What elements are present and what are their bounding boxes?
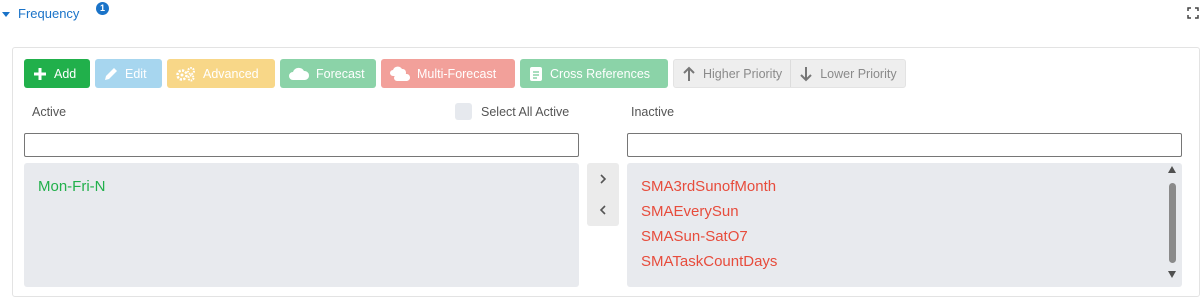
active-list[interactable]: Mon-Fri-N xyxy=(24,163,579,287)
arrow-up-icon xyxy=(682,66,696,82)
list-item[interactable]: SMA3rdSunofMonth xyxy=(641,174,1168,199)
forecast-button-label: Forecast xyxy=(316,66,365,81)
inactive-list-label: Inactive xyxy=(631,105,675,119)
toolbar: Add Edit Advanced Forecast Multi-Forecas… xyxy=(24,59,906,88)
pencil-icon xyxy=(103,66,119,82)
list-item[interactable]: SMATaskCountDays xyxy=(641,249,1168,274)
document-icon xyxy=(528,66,544,82)
chevron-right-icon xyxy=(600,173,607,184)
scroll-up-arrow-icon[interactable] xyxy=(1168,166,1176,173)
move-right-button[interactable] xyxy=(587,163,619,194)
select-all-active-label[interactable]: Select All Active xyxy=(481,105,569,119)
lower-priority-label: Lower Priority xyxy=(820,66,897,81)
count-badge: 1 xyxy=(96,2,109,15)
cross-references-button[interactable]: Cross References xyxy=(520,59,668,88)
forecast-button[interactable]: Forecast xyxy=(280,59,376,88)
add-button[interactable]: Add xyxy=(24,59,90,88)
multi-forecast-button[interactable]: Multi-Forecast xyxy=(381,59,515,88)
cloud-icon xyxy=(288,66,310,82)
advanced-button-label: Advanced xyxy=(203,66,259,81)
section-title[interactable]: Frequency xyxy=(18,6,79,21)
inactive-list[interactable]: SMA3rdSunofMonth SMAEverySun SMASun-SatO… xyxy=(627,163,1182,287)
plus-icon xyxy=(32,66,48,82)
edit-button[interactable]: Edit xyxy=(95,59,162,88)
move-buttons xyxy=(587,163,619,226)
clouds-icon xyxy=(389,66,411,82)
move-left-button[interactable] xyxy=(587,194,619,225)
caret-down-icon[interactable] xyxy=(2,12,10,17)
cross-references-button-label: Cross References xyxy=(550,66,651,81)
priority-button-group: Higher Priority Lower Priority xyxy=(673,59,906,88)
gears-icon xyxy=(175,66,197,82)
edit-button-label: Edit xyxy=(125,66,147,81)
arrow-down-icon xyxy=(799,66,813,82)
list-item[interactable]: SMAEverySun xyxy=(641,199,1168,224)
select-all-active-checkbox[interactable] xyxy=(455,103,472,120)
fullscreen-icon[interactable] xyxy=(1187,7,1199,19)
list-item[interactable]: SMASun-SatO7 xyxy=(641,224,1168,249)
scrollbar-thumb[interactable] xyxy=(1169,183,1176,263)
inactive-filter-input[interactable] xyxy=(627,133,1182,157)
advanced-button[interactable]: Advanced xyxy=(167,59,275,88)
active-filter-input[interactable] xyxy=(24,133,579,157)
scroll-down-arrow-icon[interactable] xyxy=(1168,271,1176,278)
add-button-label: Add xyxy=(54,66,77,81)
lower-priority-button[interactable]: Lower Priority xyxy=(790,60,904,87)
list-item[interactable]: Mon-Fri-N xyxy=(38,174,565,199)
multi-forecast-button-label: Multi-Forecast xyxy=(417,66,497,81)
higher-priority-button[interactable]: Higher Priority xyxy=(674,60,790,87)
section-header: Frequency 1 xyxy=(0,0,1204,34)
higher-priority-label: Higher Priority xyxy=(703,66,783,81)
active-list-label: Active xyxy=(32,105,67,119)
chevron-left-icon xyxy=(599,204,606,215)
